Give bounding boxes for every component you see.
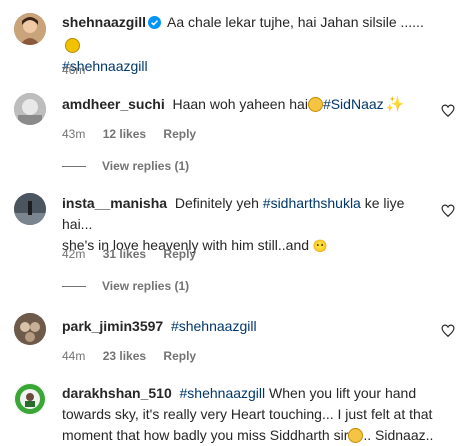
- username[interactable]: park_jimin3597: [62, 318, 163, 334]
- emoji-icon: 😶: [312, 239, 328, 253]
- avatar[interactable]: [14, 13, 46, 45]
- sad-emoji-icon: [348, 428, 364, 443]
- comment-body: Definitely yeh: [174, 195, 259, 211]
- sparkle-emoji-icon: ✨: [385, 96, 405, 113]
- username[interactable]: darakhshan_510: [62, 385, 172, 401]
- username[interactable]: shehnaazgill: [62, 14, 146, 30]
- username[interactable]: insta__manisha: [62, 195, 167, 211]
- timestamp: 44m: [62, 349, 86, 363]
- view-replies-button[interactable]: View replies (1): [62, 279, 189, 293]
- crying-emoji-icon: [307, 97, 323, 112]
- like-heart-icon[interactable]: [441, 324, 455, 338]
- timestamp: 43m: [62, 127, 86, 141]
- caption-text: shehnaazgill Aa chale lekar tujhe, hai Ja…: [62, 12, 436, 77]
- reply-button[interactable]: Reply: [163, 127, 196, 141]
- comment-body-end: .. Sidnaaz..: [363, 427, 434, 443]
- comment-hashtag[interactable]: #shehnaazgill: [171, 318, 257, 334]
- comment-meta: 42m 31 likes Reply: [62, 247, 210, 261]
- comment-hashtag[interactable]: #SidNaaz: [323, 96, 384, 112]
- verified-badge-icon: [148, 14, 162, 35]
- comment-meta: 43m 12 likes Reply: [62, 127, 210, 141]
- comment-hashtag[interactable]: #shehnaazgill: [180, 385, 266, 401]
- reply-button[interactable]: Reply: [163, 349, 196, 363]
- view-replies-label: View replies (1): [102, 279, 190, 293]
- comment-body-line2: towards sky, it's really very Heart touc…: [62, 406, 433, 422]
- divider-line: [62, 165, 86, 167]
- sun-emoji-icon: [65, 38, 80, 53]
- divider-line: [62, 285, 86, 287]
- reply-button[interactable]: Reply: [163, 247, 196, 261]
- caption-meta: 46m: [62, 63, 99, 77]
- comment-body: When you lift your hand: [269, 385, 417, 401]
- comment-hashtag[interactable]: #sidharthshukla: [263, 195, 361, 211]
- caption-body: Aa chale lekar tujhe, hai Jahan silsile …: [167, 14, 424, 30]
- comment-meta: 44m 23 likes Reply: [62, 349, 210, 363]
- avatar[interactable]: [14, 383, 46, 415]
- comment-body-line3: moment that how badly you miss Siddharth…: [62, 427, 349, 443]
- avatar[interactable]: [14, 93, 46, 125]
- timestamp: 46m: [62, 63, 86, 77]
- comment-text: park_jimin3597 #shehnaazgill: [62, 316, 436, 337]
- view-replies-label: View replies (1): [102, 159, 190, 173]
- username[interactable]: amdheer_suchi: [62, 96, 165, 112]
- likes-count[interactable]: 12 likes: [103, 127, 146, 141]
- like-heart-icon[interactable]: [441, 104, 455, 118]
- avatar[interactable]: [14, 193, 46, 225]
- avatar[interactable]: [14, 313, 46, 345]
- likes-count[interactable]: 31 likes: [103, 247, 146, 261]
- timestamp: 42m: [62, 247, 86, 261]
- view-replies-button[interactable]: View replies (1): [62, 159, 189, 173]
- comment-text: darakhshan_510 #shehnaazgill When you li…: [62, 383, 436, 446]
- comment-text: amdheer_suchi Haan woh yaheen hai #SidNaa…: [62, 94, 436, 115]
- comment-body: Haan woh yaheen hai: [172, 96, 308, 112]
- like-heart-icon[interactable]: [441, 204, 455, 218]
- likes-count[interactable]: 23 likes: [103, 349, 146, 363]
